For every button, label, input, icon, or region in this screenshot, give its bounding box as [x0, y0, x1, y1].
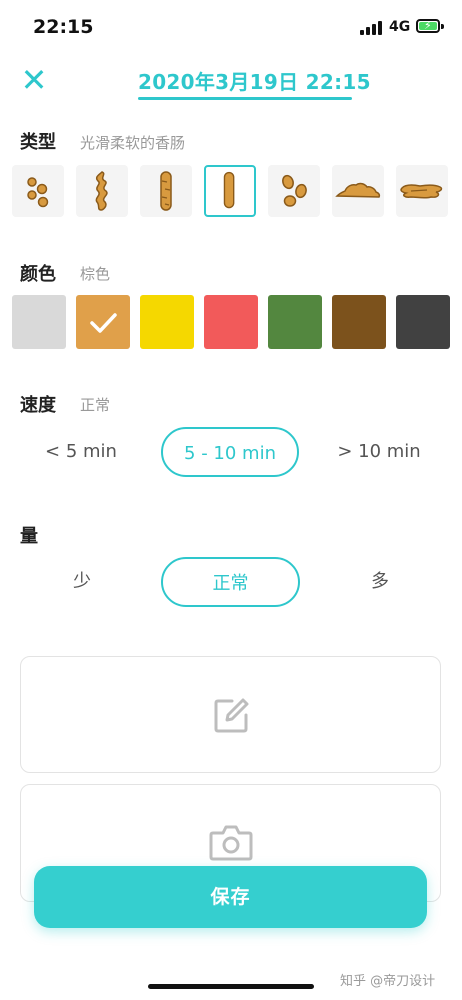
save-button[interactable]: 保存 [34, 866, 427, 928]
color-swatch-orange-brown[interactable] [76, 295, 130, 349]
cracked-sausage-icon [160, 171, 172, 211]
note-card[interactable] [20, 656, 441, 773]
status-time: 22:15 [33, 16, 94, 38]
amount-option-less[interactable]: 少 [32, 557, 132, 607]
color-swatch-gray[interactable] [12, 295, 66, 349]
type-section-title: 类型 [20, 132, 56, 153]
separate-hard-lumps-icon [27, 177, 49, 208]
checkmark-icon [90, 313, 117, 333]
type-section-value: 光滑柔软的香肠 [80, 134, 186, 152]
smooth-soft-sausage-icon [223, 171, 235, 209]
speed-section-value: 正常 [80, 396, 111, 414]
datetime-underline [138, 97, 352, 100]
speed-option-5-10-min[interactable]: 5 - 10 min [161, 427, 299, 477]
lumpy-sausage-icon [95, 171, 108, 211]
type-option-watery[interactable] [396, 165, 448, 217]
edit-note-icon [214, 698, 249, 733]
soft-blobs-icon [282, 174, 307, 207]
close-icon[interactable]: ✕ [16, 62, 52, 98]
type-option-separate-hard-lumps[interactable] [12, 165, 64, 217]
color-swatch-black[interactable] [396, 295, 450, 349]
status-bar: 22:15 4G ⚡ [0, 0, 462, 56]
amount-option-normal[interactable]: 正常 [161, 557, 300, 607]
type-option-cracked-sausage[interactable] [140, 165, 192, 217]
amount-option-more[interactable]: 多 [330, 557, 430, 607]
datetime-picker[interactable]: 2020年3月19日 22:15 [138, 66, 371, 95]
camera-icon [209, 825, 253, 861]
mushy-pieces-icon [335, 182, 381, 198]
color-swatch-green[interactable] [268, 295, 322, 349]
speed-section-title: 速度 [20, 395, 56, 416]
color-swatch-yellow[interactable] [140, 295, 194, 349]
network-type: 4G [389, 19, 411, 35]
watery-icon [400, 184, 443, 199]
speed-option-under-5-min[interactable]: < 5 min [22, 427, 140, 477]
color-swatch-red[interactable] [204, 295, 258, 349]
watermark: 知乎 @帝刀设计 [340, 974, 436, 989]
home-indicator [148, 984, 314, 989]
color-swatch-dark-brown[interactable] [332, 295, 386, 349]
cellular-signal-icon [360, 21, 382, 35]
type-option-soft-blobs[interactable] [268, 165, 320, 217]
speed-option-over-10-min[interactable]: > 10 min [318, 427, 440, 477]
battery-charging-icon: ⚡ [416, 19, 440, 33]
color-section-value: 棕色 [80, 265, 111, 283]
type-option-mushy-pieces[interactable] [332, 165, 384, 217]
battery-cap [441, 24, 444, 29]
type-option-lumpy-sausage[interactable] [76, 165, 128, 217]
type-option-smooth-soft-sausage[interactable] [204, 165, 256, 217]
color-section-title: 颜色 [20, 264, 56, 285]
amount-section-title: 量 [20, 526, 38, 547]
